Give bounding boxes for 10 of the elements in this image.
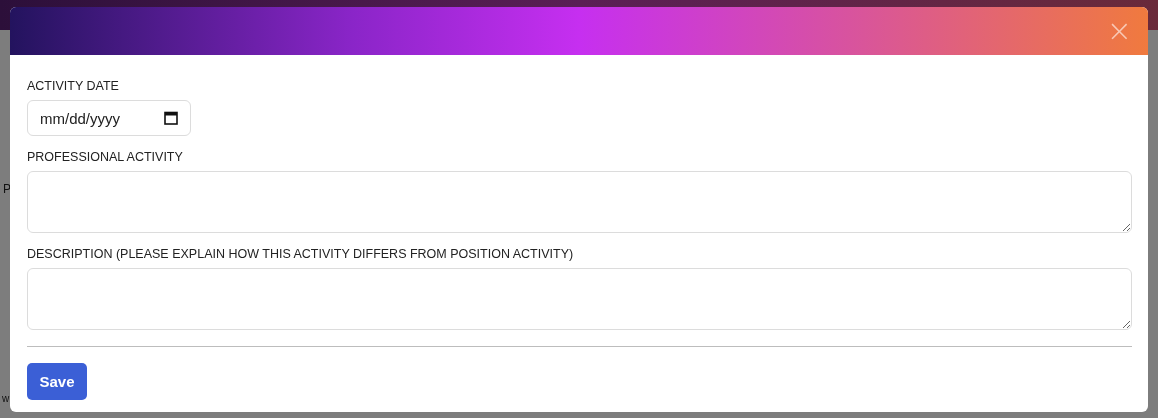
- background-text: w: [2, 392, 10, 406]
- field-label: DESCRIPTION (PLEASE EXPLAIN HOW THIS ACTIVITY DIFFERS FROM POSITION ACTIVITY): [27, 247, 575, 261]
- text-area[interactable]: [27, 171, 1132, 233]
- save-button[interactable]: Save: [27, 363, 87, 400]
- date-field[interactable]: mm/dd/yyyy: [27, 100, 191, 136]
- background-text: P: [3, 182, 11, 196]
- field-label: PROFESSIONAL ACTIVITY: [27, 150, 184, 164]
- text-area[interactable]: [27, 268, 1132, 330]
- calendar-icon[interactable]: [164, 111, 178, 125]
- field-label: ACTIVITY DATE: [27, 79, 120, 93]
